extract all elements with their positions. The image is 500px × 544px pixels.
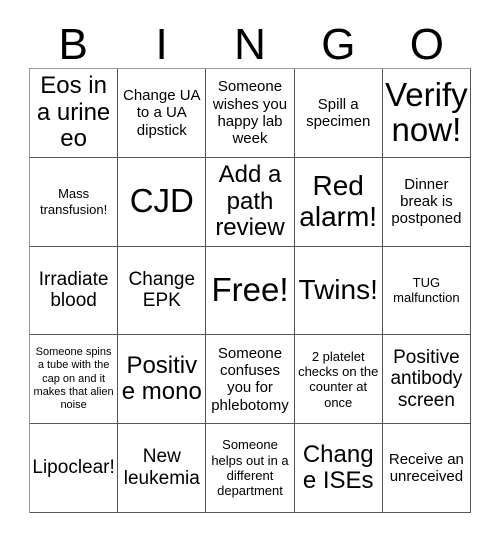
bingo-cell[interactable]: Verify now! — [382, 69, 471, 158]
bingo-cell[interactable]: Mass transfusion! — [30, 157, 119, 247]
bingo-cell-text: Lipoclear! — [32, 457, 115, 479]
header-letter-g: G — [321, 20, 356, 69]
bingo-cell-text: Verify now! — [385, 75, 468, 148]
header-letter-n: N — [234, 20, 266, 69]
bingo-free-space[interactable]: Free! — [206, 246, 295, 336]
bingo-cell[interactable]: Eos in a urine eo — [30, 69, 119, 158]
bingo-cell[interactable]: Red alarm! — [294, 157, 383, 247]
bingo-cell-text: Spill a specimen — [306, 95, 371, 130]
bingo-cell[interactable]: Change UA to a UA dipstick — [118, 69, 207, 158]
bingo-cell[interactable]: Lipoclear! — [30, 424, 119, 513]
bingo-cell[interactable]: Someone confuses you for phlebotomy — [206, 335, 295, 425]
bingo-cell-text: Positive antibody screen — [390, 346, 463, 412]
bingo-cell-text: Mass transfusion! — [39, 186, 108, 217]
bingo-cell-text: CJD — [129, 182, 194, 220]
bingo-cell[interactable]: Add a path review — [206, 157, 295, 247]
bingo-cell[interactable]: Receive an unreceived — [382, 424, 471, 513]
bingo-cell[interactable]: Someone wishes you happy lab week — [206, 69, 295, 158]
bingo-cell-text: 2 platelet checks on the counter at once — [298, 348, 379, 410]
bingo-cell[interactable]: TUG malfunction — [382, 246, 471, 336]
header-letter-b: B — [58, 20, 88, 69]
bingo-cell-text: Receive an unreceived — [388, 450, 464, 486]
header-letter-o: O — [409, 20, 444, 69]
header-letter-i: I — [155, 20, 168, 69]
bingo-cell-text: Irradiate blood — [38, 268, 109, 312]
bingo-cell-text: Red alarm! — [299, 170, 378, 232]
bingo-cell-text: TUG malfunction — [393, 275, 460, 306]
bingo-cell-text: Someone wishes you happy lab week — [212, 78, 288, 148]
bingo-cell[interactable]: Positive antibody screen — [382, 335, 471, 425]
bingo-header: B I N G O — [29, 12, 471, 68]
bingo-cell-text: Free! — [211, 271, 289, 308]
bingo-cell[interactable]: CJD — [118, 157, 207, 247]
bingo-cell-text: Someone helps out in a different departm… — [211, 437, 289, 499]
bingo-cell[interactable]: Someone spins a tube with the cap on and… — [30, 335, 119, 425]
bingo-cell[interactable]: Change EPK — [118, 246, 207, 336]
bingo-cell[interactable]: Positive mono — [118, 335, 207, 425]
bingo-cell-text: Change EPK — [128, 268, 196, 312]
bingo-cell-text: Positive mono — [121, 351, 202, 406]
bingo-cell[interactable]: Spill a specimen — [294, 69, 383, 158]
bingo-cell[interactable]: Irradiate blood — [30, 246, 119, 336]
bingo-cell[interactable]: Change ISEs — [294, 424, 383, 513]
bingo-grid: Eos in a urine eo Change UA to a UA dipst… — [29, 68, 471, 513]
bingo-cell-text: Someone confuses you for phlebotomy — [211, 344, 289, 414]
bingo-cell-text: New leukemia — [123, 446, 200, 490]
bingo-cell-text: Twins! — [298, 274, 378, 306]
bingo-cell-text: Change ISEs — [302, 440, 374, 495]
bingo-cell[interactable]: Twins! — [294, 246, 383, 336]
bingo-cell-text: Add a path review — [215, 161, 285, 241]
bingo-cell-text: Someone spins a tube with the cap on and… — [33, 345, 114, 412]
bingo-cell[interactable]: New leukemia — [118, 424, 207, 513]
bingo-card: B I N G O Eos in a urine eo Change UA to … — [0, 0, 500, 544]
bingo-cell-text: Eos in a urine eo — [36, 72, 111, 153]
bingo-cell-text: Change UA to a UA dipstick — [123, 86, 201, 139]
bingo-cell-text: Dinner break is postponed — [391, 175, 462, 228]
bingo-cell[interactable]: Someone helps out in a different departm… — [206, 424, 295, 513]
bingo-cell[interactable]: 2 platelet checks on the counter at once — [294, 335, 383, 425]
bingo-cell[interactable]: Dinner break is postponed — [382, 157, 471, 247]
